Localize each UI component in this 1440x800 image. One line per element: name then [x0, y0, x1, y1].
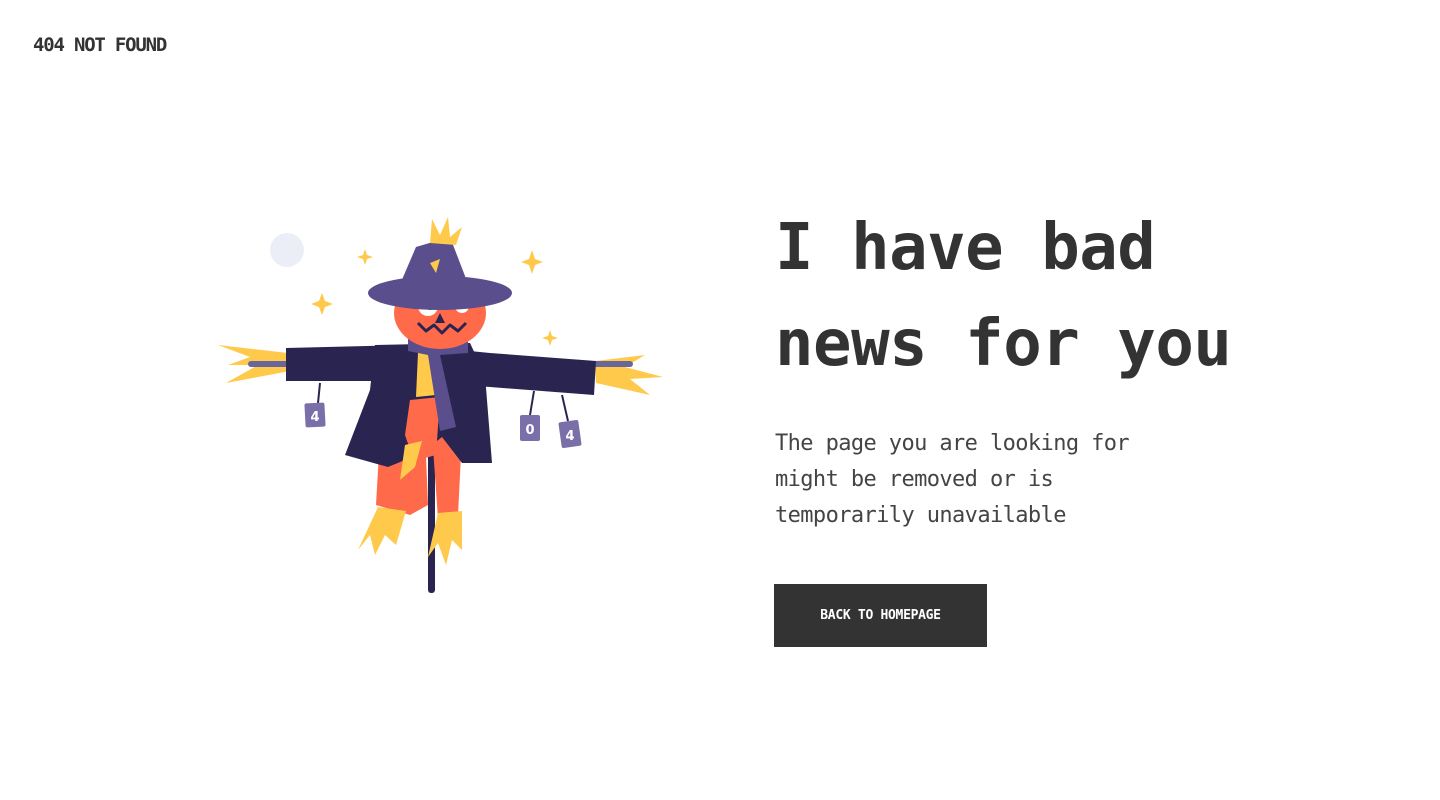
moon-icon: [270, 233, 304, 267]
left-foot-straw: [358, 507, 406, 555]
back-to-homepage-button[interactable]: BACK TO HOMEPAGE: [774, 584, 987, 647]
scarecrow-illustration: 4 0 4: [218, 217, 663, 593]
hat-straw: [430, 217, 462, 245]
svg-text:0: 0: [525, 423, 534, 438]
can-middle: 0: [520, 390, 540, 441]
can-right: 4: [558, 394, 582, 449]
brand-title: 404 NOT FOUND: [33, 34, 167, 56]
page-headline: I have bad news for you: [775, 211, 1232, 381]
error-content: I have bad news for you The page you are…: [774, 200, 1335, 647]
error-description: The page you are looking for might be re…: [775, 431, 1130, 528]
svg-text:4: 4: [565, 429, 574, 444]
can-left: 4: [304, 382, 326, 428]
svg-text:4: 4: [310, 410, 319, 425]
